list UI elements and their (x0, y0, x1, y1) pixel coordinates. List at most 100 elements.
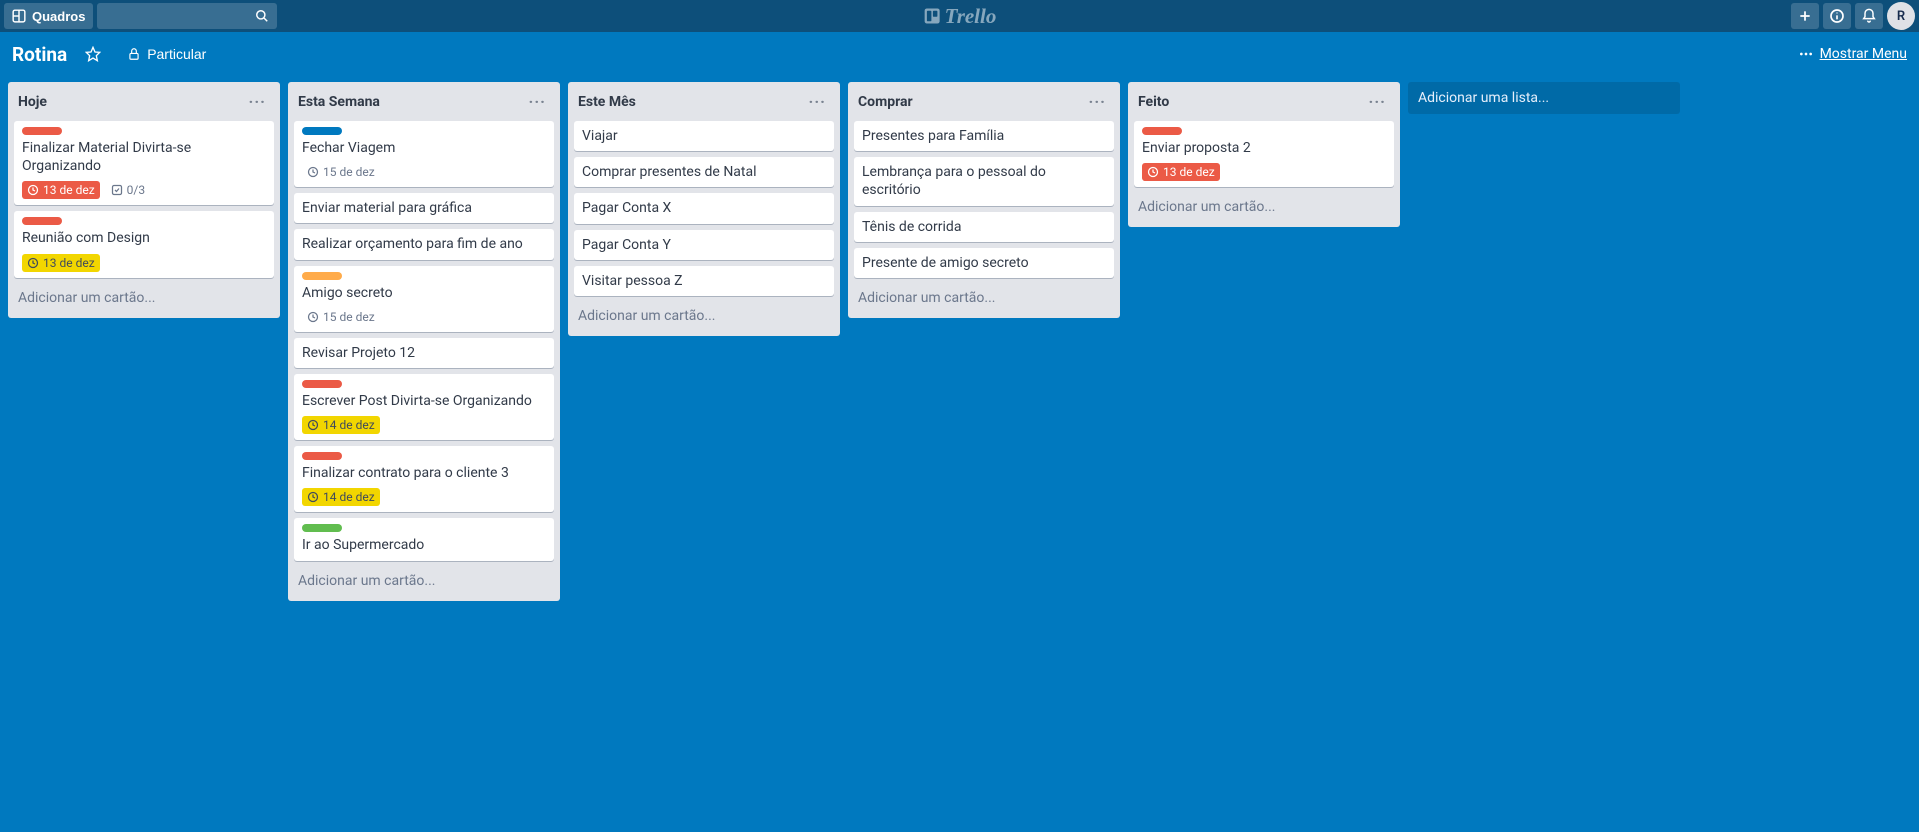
app-logo[interactable]: Trello (923, 0, 997, 32)
card[interactable]: Ir ao Supermercado (294, 518, 554, 560)
avatar[interactable]: R (1887, 2, 1915, 30)
card[interactable]: Fechar Viagem 15 de dez (294, 121, 554, 187)
star-button[interactable] (77, 39, 109, 69)
card-labels (1142, 127, 1386, 135)
card-title: Reunião com Design (22, 229, 266, 247)
list-title[interactable]: Esta Semana (298, 94, 525, 110)
checklist-badge: 0/3 (106, 181, 150, 199)
add-card-button[interactable]: Adicionar um cartão... (848, 282, 1120, 314)
notifications-button[interactable] (1855, 3, 1883, 29)
add-card-button[interactable]: Adicionar um cartão... (288, 565, 560, 597)
card[interactable]: Visitar pessoa Z (574, 266, 834, 296)
list-title[interactable]: Este Mês (578, 94, 805, 110)
list-menu-button[interactable]: ··· (1085, 90, 1110, 113)
card-title: Pagar Conta X (582, 199, 826, 217)
card-label-red[interactable] (302, 452, 342, 460)
list-title[interactable]: Hoje (18, 94, 245, 110)
card-label-red[interactable] (22, 127, 62, 135)
list-title[interactable]: Comprar (858, 94, 1085, 110)
card-label-green[interactable] (302, 524, 342, 532)
card-label-blue[interactable] (302, 127, 342, 135)
checklist-icon (111, 184, 123, 196)
card-title: Tênis de corrida (862, 218, 1106, 236)
card-title: Pagar Conta Y (582, 236, 826, 254)
list: Feito··· Enviar proposta 213 de dez Adicio… (1128, 82, 1400, 227)
add-card-button[interactable]: Adicionar um cartão... (8, 282, 280, 314)
due-badge: 14 de dez (302, 416, 380, 434)
info-button[interactable] (1823, 3, 1851, 29)
show-menu-button[interactable]: Mostrar Menu (1798, 46, 1907, 62)
card[interactable]: Pagar Conta Y (574, 230, 834, 260)
visibility-button[interactable]: Particular (119, 39, 214, 69)
card[interactable]: Enviar proposta 213 de dez (1134, 121, 1394, 187)
list-menu-button[interactable]: ··· (245, 90, 270, 113)
list-header: Comprar··· (848, 82, 1120, 117)
card[interactable]: Realizar orçamento para fim de ano (294, 229, 554, 259)
clock-icon (27, 184, 39, 196)
create-button[interactable] (1791, 3, 1819, 29)
trello-logo-icon (923, 7, 941, 25)
app-logo-text: Trello (945, 4, 997, 29)
search-icon (255, 9, 269, 23)
show-menu-label: Mostrar Menu (1820, 46, 1907, 62)
clock-icon (307, 311, 319, 323)
card-badges: 14 de dez (302, 416, 546, 434)
card-title: Escrever Post Divirta-se Organizando (302, 392, 546, 410)
clock-icon (307, 166, 319, 178)
card[interactable]: Escrever Post Divirta-se Organizando 14 d… (294, 374, 554, 440)
due-text: 15 de dez (323, 310, 375, 324)
list: Esta Semana··· Fechar Viagem 15 de dez Envi… (288, 82, 560, 601)
clock-icon (27, 257, 39, 269)
card[interactable]: Enviar material para gráfica (294, 193, 554, 223)
card-title: Enviar proposta 2 (1142, 139, 1386, 157)
due-text: 15 de dez (323, 165, 375, 179)
card[interactable]: Revisar Projeto 12 (294, 338, 554, 368)
card-title: Amigo secreto (302, 284, 546, 302)
board-title[interactable]: Rotina (12, 43, 67, 66)
list-menu-button[interactable]: ··· (525, 90, 550, 113)
list-cards: Viajar Comprar presentes de Natal Pagar Co… (568, 117, 840, 300)
card-labels (22, 127, 266, 135)
card[interactable]: Finalizar contrato para o cliente 314 de… (294, 446, 554, 512)
boards-button[interactable]: Quadros (4, 3, 93, 29)
list-menu-button[interactable]: ··· (805, 90, 830, 113)
search-input[interactable] (97, 3, 277, 29)
list-menu-button[interactable]: ··· (1365, 90, 1390, 113)
card[interactable]: Tênis de corrida (854, 212, 1114, 242)
star-icon (85, 46, 101, 62)
card[interactable]: Comprar presentes de Natal (574, 157, 834, 187)
app-header: Quadros Trello (0, 0, 1919, 32)
card-label-red[interactable] (22, 217, 62, 225)
card-title: Finalizar contrato para o cliente 3 (302, 464, 546, 482)
card[interactable]: Presentes para Família (854, 121, 1114, 151)
list-cards: Presentes para Família Lembrança para o p… (848, 117, 1120, 282)
card[interactable]: Reunião com Design 13 de dez (14, 211, 274, 277)
card[interactable]: Viajar (574, 121, 834, 151)
card[interactable]: Finalizar Material Divirta-se Organizand… (14, 121, 274, 205)
due-text: 14 de dez (323, 418, 375, 432)
card-title: Lembrança para o pessoal do escritório (862, 163, 1106, 199)
add-card-button[interactable]: Adicionar um cartão... (1128, 191, 1400, 223)
card[interactable]: Presente de amigo secreto (854, 248, 1114, 278)
card-title: Revisar Projeto 12 (302, 344, 546, 362)
list-header: Feito··· (1128, 82, 1400, 117)
card[interactable]: Pagar Conta X (574, 193, 834, 223)
card-title: Visitar pessoa Z (582, 272, 826, 290)
card[interactable]: Lembrança para o pessoal do escritório (854, 157, 1114, 205)
visibility-label: Particular (147, 46, 206, 62)
card-title: Enviar material para gráfica (302, 199, 546, 217)
add-list-button[interactable]: Adicionar uma lista... (1408, 82, 1680, 114)
list-header: Hoje··· (8, 82, 280, 117)
card-label-orange[interactable] (302, 272, 342, 280)
add-card-button[interactable]: Adicionar um cartão... (568, 300, 840, 332)
card[interactable]: Amigo secreto 15 de dez (294, 266, 554, 332)
bell-icon (1861, 8, 1877, 24)
list-header: Este Mês··· (568, 82, 840, 117)
boards-icon (12, 9, 26, 23)
due-text: 13 de dez (43, 256, 95, 270)
card-label-red[interactable] (302, 380, 342, 388)
list-title[interactable]: Feito (1138, 94, 1365, 110)
card-title: Fechar Viagem (302, 139, 546, 157)
card-label-red[interactable] (1142, 127, 1182, 135)
list-cards: Enviar proposta 213 de dez (1128, 117, 1400, 191)
